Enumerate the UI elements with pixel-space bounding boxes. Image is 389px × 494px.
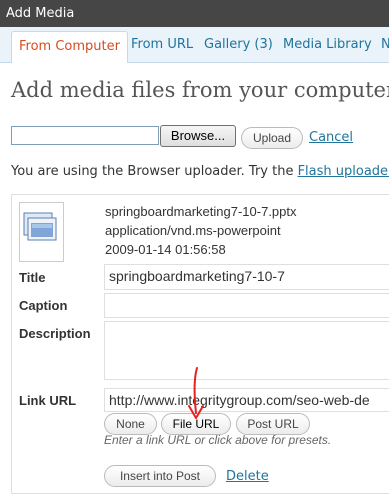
tab-gallery[interactable]: Gallery (3) xyxy=(204,32,273,62)
title-label: Title xyxy=(19,270,46,285)
annotation-arrow-icon xyxy=(188,367,204,419)
browse-button[interactable]: Browse... xyxy=(160,125,236,147)
page-title: Add media files from your computer xyxy=(11,78,389,102)
uploader-notice-text: You are using the Browser uploader. Try … xyxy=(11,164,298,179)
tab-next[interactable]: N xyxy=(381,32,389,62)
link-url-field[interactable]: http://www.integritygroup.com/seo-web-de xyxy=(104,388,389,412)
delete-link[interactable]: Delete xyxy=(226,469,269,484)
none-button[interactable]: None xyxy=(104,413,157,435)
tab-media-library[interactable]: Media Library xyxy=(283,32,372,62)
document-icon xyxy=(19,202,64,262)
window-title: Add Media xyxy=(0,0,389,27)
tab-from-url[interactable]: From URL xyxy=(131,32,193,62)
media-tabs: From Computer From URL Gallery (3) Media… xyxy=(0,27,389,63)
uploader-notice: You are using the Browser uploader. Try … xyxy=(11,164,389,179)
insert-into-post-button[interactable]: Insert into Post xyxy=(104,465,216,487)
link-url-help-text: Enter a link URL or click above for pres… xyxy=(104,433,332,447)
cancel-link[interactable]: Cancel xyxy=(309,130,353,145)
caption-label: Caption xyxy=(19,298,68,313)
upload-button[interactable]: Upload xyxy=(241,127,303,149)
link-url-label: Link URL xyxy=(19,393,77,408)
attachment-mime-type: application/vnd.ms-powerpoint xyxy=(105,223,281,238)
attachment-filename: springboardmarketing7-10-7.pptx xyxy=(105,204,297,219)
title-field[interactable]: springboardmarketing7-10-7 xyxy=(104,264,389,290)
tab-from-computer[interactable]: From Computer xyxy=(11,31,128,63)
description-field[interactable] xyxy=(104,321,389,380)
flash-uploader-link[interactable]: Flash uploader xyxy=(298,164,389,179)
caption-field[interactable] xyxy=(104,293,389,318)
post-url-button[interactable]: Post URL xyxy=(236,413,310,435)
attachment-date: 2009-01-14 01:56:58 xyxy=(105,242,226,257)
description-label: Description xyxy=(19,326,91,341)
file-path-input[interactable] xyxy=(11,126,159,145)
